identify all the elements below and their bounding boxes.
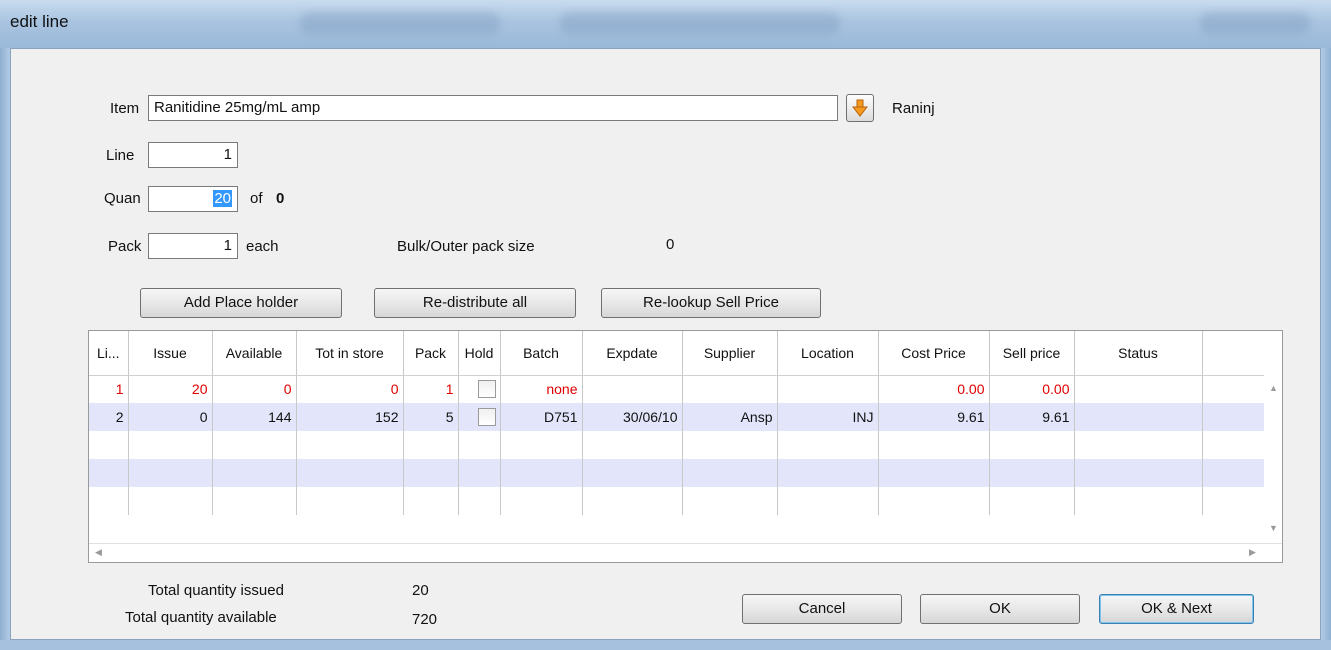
scroll-up-icon[interactable]: ▲ [1269,383,1278,393]
col-header-batch[interactable]: Batch [500,331,583,376]
pack-label: Pack [108,238,142,255]
total-available-label: Total quantity available [125,609,277,626]
cancel-button[interactable]: Cancel [742,594,902,624]
cell-issue[interactable]: 0 [128,403,213,431]
cell-hold[interactable] [458,375,501,403]
cell-batch[interactable]: none [500,375,583,403]
quan-label: Quan [104,190,141,207]
col-header-cost-price[interactable]: Cost Price [878,331,990,376]
col-header-tot-in-store[interactable]: Tot in store [296,331,404,376]
col-header-issue[interactable]: Issue [128,331,213,376]
col-header-expdate[interactable]: Expdate [582,331,683,376]
quan-of-label: of [250,190,263,207]
cell-available[interactable]: 144 [212,403,297,431]
window-frame-bottom [0,640,1331,650]
table-row-empty[interactable] [89,459,1265,487]
window-title: edit line [10,12,69,31]
col-header-line[interactable]: Li... [89,331,129,376]
cell-tot-in-store[interactable]: 152 [296,403,404,431]
item-label: Item [110,100,140,117]
cell-pack[interactable]: 1 [403,375,459,403]
cell-sell-price[interactable]: 9.61 [989,403,1075,431]
col-header-sell-price[interactable]: Sell price [989,331,1075,376]
total-available-value: 720 [412,611,438,628]
window-frame-right [1321,48,1331,650]
col-header-supplier[interactable]: Supplier [682,331,778,376]
cell-location[interactable]: INJ [777,403,879,431]
item-code: Raninj [892,100,935,117]
item-lookup-button[interactable] [846,94,874,122]
total-issued-value: 20 [412,582,429,599]
add-place-holder-button[interactable]: Add Place holder [140,288,342,318]
pack-unit: each [246,238,279,255]
scroll-left-icon[interactable]: ◀ [95,547,102,558]
quan-value-selected: 20 [213,190,232,207]
total-issued-label: Total quantity issued [148,582,284,599]
cell-status[interactable] [1074,375,1203,403]
scroll-down-icon[interactable]: ▼ [1269,523,1278,533]
relookup-sell-price-button[interactable]: Re-lookup Sell Price [601,288,821,318]
cell-issue[interactable]: 20 [128,375,213,403]
grid-vertical-scrollbar[interactable]: ▲ ▼ [1264,375,1282,545]
line-input[interactable]: 1 [148,142,238,168]
cell-supplier[interactable]: Ansp [682,403,778,431]
col-header-available[interactable]: Available [212,331,297,376]
cell-batch[interactable]: D751 [500,403,583,431]
cell-available[interactable]: 0 [212,375,297,403]
table-row-empty[interactable] [89,487,1265,515]
col-header-hold[interactable]: Hold [458,331,501,376]
cell-expdate[interactable]: 30/06/10 [582,403,683,431]
table-row-empty[interactable] [89,431,1265,459]
cell-sell-price[interactable]: 0.00 [989,375,1075,403]
cell-pack[interactable]: 5 [403,403,459,431]
quan-input[interactable]: 20 [148,186,238,212]
window-frame-left [0,48,10,650]
table-row[interactable]: 1 20 0 0 1 none 0.00 0.00 [89,375,1265,403]
cell-location[interactable] [777,375,879,403]
ok-next-button[interactable]: OK & Next [1099,594,1254,624]
col-header-status[interactable]: Status [1074,331,1203,376]
line-label: Line [106,147,135,164]
scroll-right-icon[interactable]: ▶ [1249,547,1256,558]
pack-input[interactable]: 1 [148,233,238,259]
cell-status[interactable] [1074,403,1203,431]
col-header-location[interactable]: Location [777,331,879,376]
cell-tot-in-store[interactable]: 0 [296,375,404,403]
batch-grid[interactable]: Li... Issue Available Tot in store Pack … [88,330,1283,563]
cell-supplier[interactable] [682,375,778,403]
cell-cost-price[interactable]: 0.00 [878,375,990,403]
ok-button[interactable]: OK [920,594,1080,624]
batch-table: Li... Issue Available Tot in store Pack … [89,331,1265,515]
orange-down-arrow-icon [852,99,868,117]
cell-line[interactable]: 2 [89,403,129,431]
bulk-pack-size-value: 0 [666,236,675,253]
col-header-pack[interactable]: Pack [403,331,459,376]
col-header-filler [1202,331,1265,376]
cell-expdate[interactable] [582,375,683,403]
cell-line[interactable]: 1 [89,375,129,403]
table-row[interactable]: 2 0 144 152 5 D751 30/06/10 Ansp INJ 9.6… [89,403,1265,431]
cell-hold[interactable] [458,403,501,431]
item-input[interactable]: Ranitidine 25mg/mL amp [148,95,838,121]
grid-horizontal-scrollbar[interactable]: ◀ ▶ [89,543,1282,562]
redistribute-all-button[interactable]: Re-distribute all [374,288,576,318]
bulk-pack-size-label: Bulk/Outer pack size [397,238,535,255]
title-bar: edit line [0,0,1331,48]
grid-header: Li... Issue Available Tot in store Pack … [89,331,1265,376]
hold-checkbox[interactable] [477,380,496,399]
hold-checkbox[interactable] [477,408,496,427]
cell-cost-price[interactable]: 9.61 [878,403,990,431]
quan-of-value: 0 [276,190,285,207]
